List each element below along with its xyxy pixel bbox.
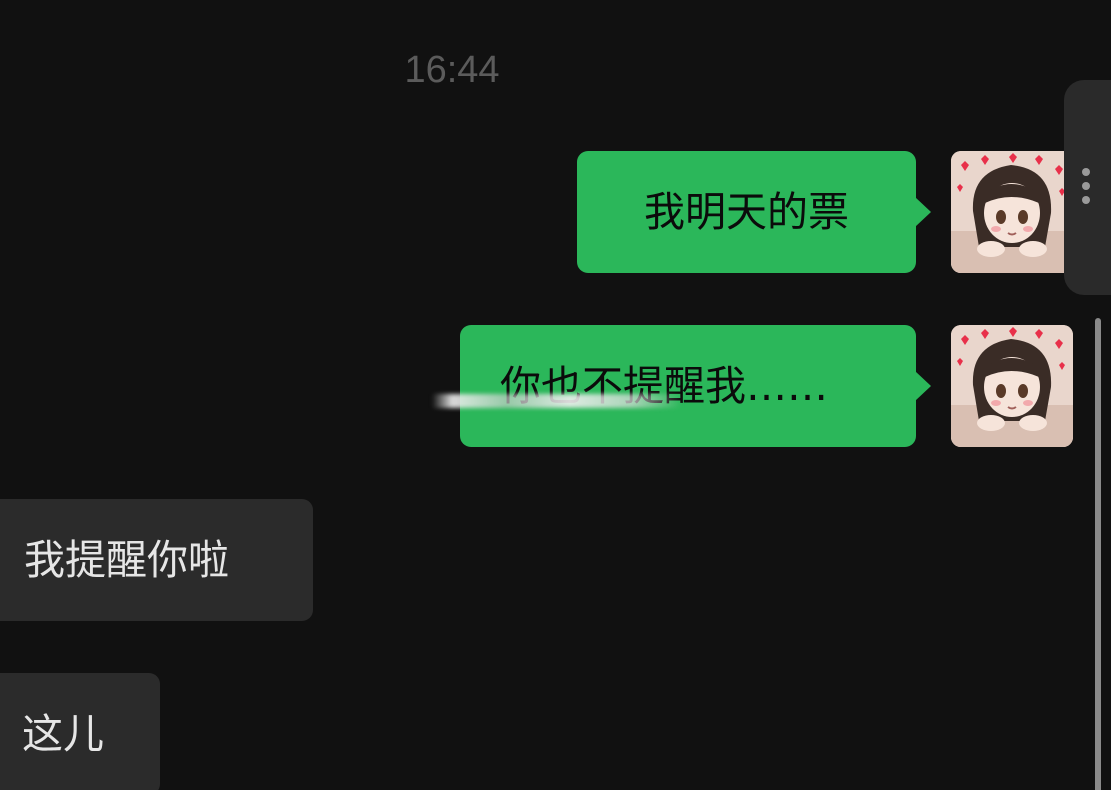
incoming-message-bubble[interactable]: 我提醒你啦	[0, 499, 313, 621]
message-text: 我提醒你啦	[24, 536, 229, 584]
scrollbar[interactable]	[1095, 318, 1101, 790]
chat-screen: 16:44 我明天的票 你也不提醒我…… 我提醒你啦 这儿	[0, 0, 1111, 790]
outgoing-message-bubble[interactable]: 你也不提醒我……	[460, 325, 931, 447]
outgoing-message-bubble[interactable]: 我明天的票	[577, 151, 931, 273]
anime-girl-avatar-icon	[951, 151, 1073, 273]
text-smear-overlay	[432, 394, 682, 408]
vertical-dots-icon	[1082, 168, 1092, 208]
message-text: 这儿	[22, 710, 104, 758]
user-avatar[interactable]	[951, 325, 1073, 447]
message-timestamp: 16:44	[404, 49, 500, 91]
anime-girl-avatar-icon	[951, 325, 1073, 447]
incoming-message-bubble[interactable]: 这儿	[0, 673, 160, 790]
message-text: 我明天的票	[644, 188, 849, 236]
user-avatar[interactable]	[951, 151, 1073, 273]
